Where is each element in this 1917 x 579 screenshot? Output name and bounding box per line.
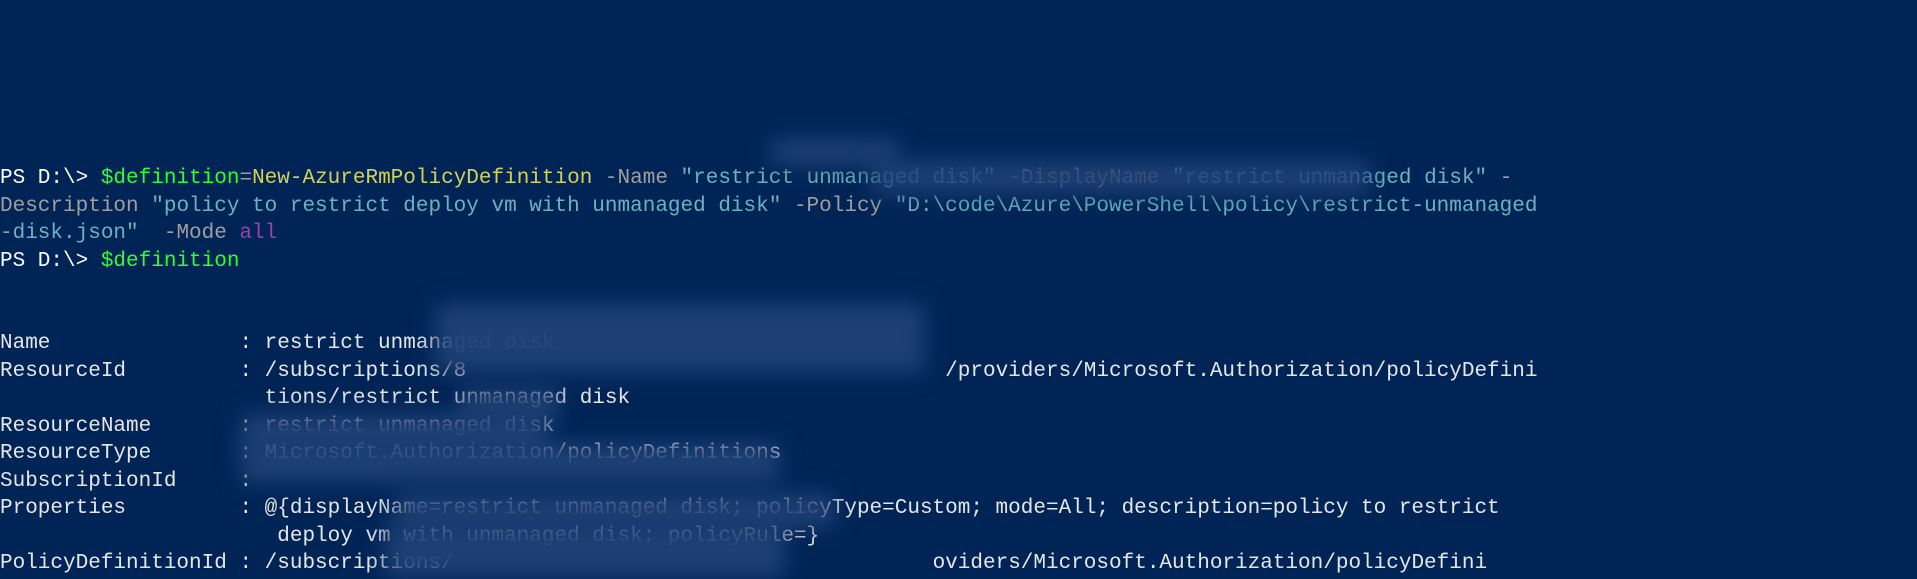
variable: $definition: [101, 250, 240, 273]
output-resourcename: ResourceName : restrict unmanaged disk: [0, 415, 555, 438]
string: "restrict unmanaged disk": [1172, 167, 1487, 190]
param-name: -Name: [592, 167, 680, 190]
param-mode: -Mode: [151, 222, 239, 245]
terminal-content: PS D:\> $definition=New-AzureRmPolicyDef…: [0, 165, 1917, 579]
string: "policy to restrict deploy vm with unman…: [151, 195, 781, 218]
prompt: PS D:\>: [0, 167, 101, 190]
output-resourceid: tions/restrict unmanaged disk: [0, 387, 630, 410]
variable: $definition: [101, 167, 240, 190]
string: "restrict unmanaged disk": [681, 167, 996, 190]
operator: =: [239, 167, 252, 190]
output-resourceid: ResourceId : /subscriptions/8: [0, 360, 466, 383]
prompt: PS D:\>: [0, 250, 101, 273]
cmdlet: New-AzureRmPolicyDefinition: [252, 167, 592, 190]
output-properties: deploy vm with unmanaged disk; policyRul…: [0, 525, 819, 548]
redaction: [770, 138, 900, 166]
output-resourcetype: ResourceType : Microsoft.Authorization/p…: [0, 442, 781, 465]
output-name: Name : restrict unmanaged disk: [0, 332, 555, 355]
arg: all: [239, 222, 277, 245]
param-policy: -Policy: [781, 195, 894, 218]
terminal[interactable]: PS D:\> $definition=New-AzureRmPolicyDef…: [0, 138, 1917, 579]
output-subscriptionid: SubscriptionId :: [0, 470, 265, 493]
output-policydefid: oviders/Microsoft.Authorization/policyDe…: [933, 552, 1488, 575]
output-properties: Properties : @{displayName=restrict unma…: [0, 497, 1500, 520]
string: "D:\code\Azure\PowerShell\policy\restr: [895, 195, 1374, 218]
string: ict-unmanaged: [1374, 195, 1538, 218]
param-displayname: -DisplayName: [996, 167, 1172, 190]
output-policydefid: PolicyDefinitionId : /subscriptions/: [0, 552, 454, 575]
param-description: Description: [0, 195, 151, 218]
dash: -: [1487, 167, 1512, 190]
output-resourceid: /providers/Microsoft.Authorization/polic…: [945, 360, 1537, 383]
string: -disk.json": [0, 222, 151, 245]
